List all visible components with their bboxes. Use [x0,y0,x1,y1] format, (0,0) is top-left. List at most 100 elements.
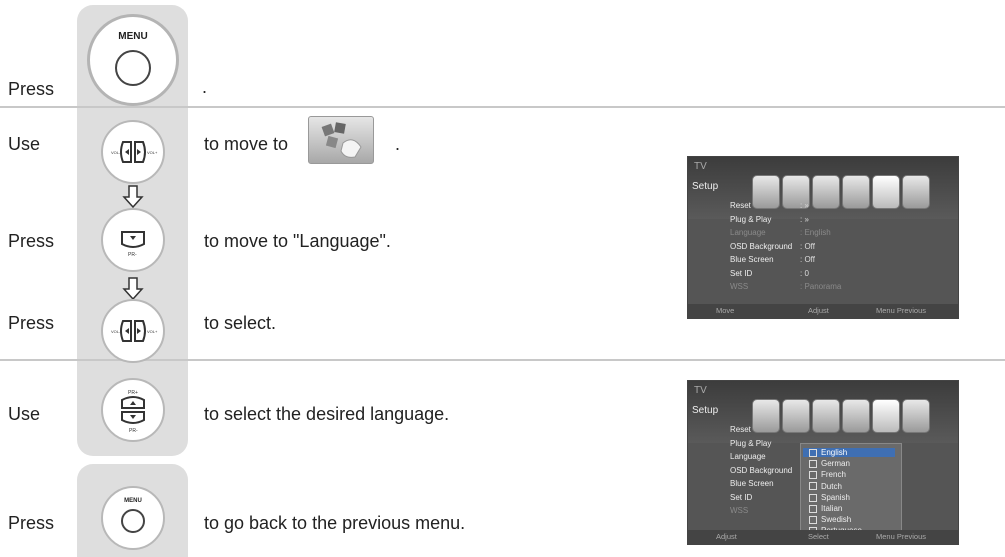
vol-select-button[interactable]: VOL- VOL+ [101,299,165,363]
menu-button-2[interactable]: MENU [101,486,165,550]
svg-text:VOL+: VOL+ [147,150,158,155]
setup-icon [308,116,374,164]
checkbox-icon [809,516,817,525]
language-option-label: German [821,459,850,469]
language-option[interactable]: French [809,470,846,479]
pr-up-down-button[interactable]: PR+ PR- [101,378,165,442]
step-label-use: Use [8,134,41,154]
left-right-arrows-icon: VOL- VOL+ [111,141,158,163]
menu-button[interactable]: MENU [87,14,179,106]
language-option[interactable]: Italian [809,504,842,513]
language-option[interactable]: English [803,448,895,457]
osd-menu-item[interactable]: Plug & Play [730,215,771,224]
osd2-menu-name: Setup [692,405,719,416]
language-option-label: Italian [821,504,843,513]
svg-text:VOL-: VOL- [111,329,121,334]
step-text-move-to: to move to [204,134,289,154]
step-text-select-language: to select the desired language. [204,404,450,424]
menu-button-2-ring [121,509,145,533]
sound-menu-icon [782,399,810,433]
checkbox-icon [809,471,817,480]
setup-menu-icon [872,175,900,209]
osd-title: TV [694,161,707,172]
osd-menu-value: : English [800,228,831,237]
osd2-menu-item[interactable]: Reset [730,425,751,434]
osd2-footer-previous: Menu Previous [876,532,927,541]
osd-menu-value: : Off [800,241,815,251]
channel-menu-icon [812,175,840,209]
left-right-arrows-icon-2: VOL- VOL+ [111,320,158,342]
svg-text:PR-: PR- [129,428,138,434]
osd-language-screen: TV Setup Reset Plug & Play Language OSD Bac… [687,380,959,545]
osd2-footer-adjust: Adjust [716,532,737,541]
svg-text:PR+: PR+ [128,390,138,396]
down-arrow-icon [122,185,144,209]
input-menu-icon [902,399,930,433]
osd-menu-item[interactable]: OSD Background [730,242,792,251]
osd-menu-item[interactable]: Reset [730,201,751,210]
checkbox-icon [809,448,817,457]
osd2-menu-item[interactable]: Blue Screen [730,479,774,488]
channel-menu-icon [812,399,840,433]
divider-1 [0,106,1005,108]
osd2-menu-item[interactable]: Set ID [730,493,752,502]
language-option[interactable]: Swedish [809,515,851,524]
osd-icon-strip [748,173,954,213]
menu-button-2-label: MENU [124,498,142,504]
step-label-press-4: Press [8,513,55,533]
svg-text:PR-: PR- [128,252,137,258]
language-option-label: Dutch [821,481,842,491]
setup-menu-icon [872,399,900,433]
osd2-title: TV [694,385,707,396]
svg-text:VOL+: VOL+ [147,329,158,334]
audio-menu-icon [842,175,870,209]
vol-left-right-button[interactable]: VOL- VOL+ [101,120,165,184]
down-arrow-icon-2 [122,277,144,301]
osd-footer-adjust: Adjust [808,306,829,315]
osd-menu-item[interactable]: Language [730,228,766,237]
osd2-menu-item[interactable]: WSS [730,506,748,515]
checkbox-icon [809,504,817,513]
pr-down-button[interactable]: PR- [101,208,165,272]
language-option[interactable]: German [809,459,850,468]
menu-button-ring [115,50,151,86]
osd-footer-previous: Menu Previous [876,306,927,315]
menu-button-label: MENU [118,31,148,42]
step-text-move-to-language: to move to "Language". [204,231,391,251]
osd-menu-value: : Off [800,255,815,264]
step-text-period-2: . [395,134,401,154]
up-down-arrows-icon: PR+ PR- [121,390,145,434]
osd-menu-item[interactable]: Set ID [730,269,752,278]
down-arrow-button-icon: PR- [121,231,145,258]
osd-menu-item[interactable]: Blue Screen [730,255,774,264]
osd2-menu-item[interactable]: Plug & Play [730,439,771,448]
osd2-menu-item[interactable]: Language [730,452,766,461]
osd-menu-name: Setup [692,181,719,192]
checkbox-icon [809,460,817,469]
language-option-label: Spanish [821,492,850,502]
language-option-label: French [821,470,846,480]
osd2-footer-select: Select [808,532,829,541]
osd-footer: Move Adjust Menu Previous [688,304,958,318]
input-menu-icon [902,175,930,209]
svg-text:VOL-: VOL- [111,150,121,155]
checkbox-icon [809,493,817,502]
osd2-icon-strip [748,397,954,437]
step-label-press-2: Press [8,231,55,251]
language-option[interactable]: Spanish [809,493,850,502]
language-option-label: Swedish [821,515,852,525]
osd-menu-value: : 0 [800,268,809,278]
osd-menu-item[interactable]: WSS [730,282,748,291]
checkbox-icon [809,482,817,491]
step-text-go-back: to go back to the previous menu. [204,513,466,533]
picture-menu-icon [752,175,780,209]
osd-footer-move: Move [716,306,735,315]
audio-menu-icon [842,399,870,433]
step-text-period: . [202,77,208,97]
step-label-press-3: Press [8,313,55,333]
language-option-label: English [821,448,848,457]
osd2-menu-item[interactable]: OSD Background [730,466,792,475]
step-text-to-select: to select. [204,313,277,333]
osd-menu-value: : » [800,201,809,210]
language-option[interactable]: Dutch [809,482,842,491]
